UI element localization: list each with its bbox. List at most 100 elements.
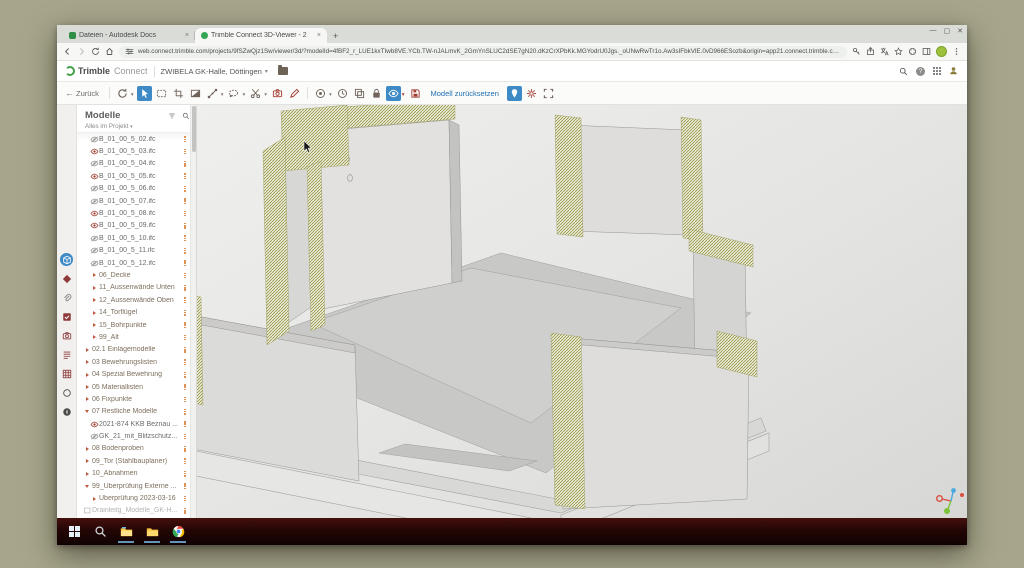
folder-collapsed-icon[interactable] <box>86 348 89 352</box>
item-menu-icon[interactable] <box>181 136 189 142</box>
taskbar-start-button[interactable] <box>63 520 85 543</box>
user-avatar[interactable] <box>949 66 959 76</box>
folder-collapsed-icon[interactable] <box>86 373 89 377</box>
item-menu-icon[interactable] <box>181 458 189 464</box>
item-menu-icon[interactable] <box>181 335 189 341</box>
forward-icon[interactable] <box>77 47 86 56</box>
item-menu-icon[interactable] <box>181 508 189 514</box>
rail-views[interactable] <box>60 329 73 342</box>
folder-collapsed-icon[interactable] <box>93 497 96 501</box>
item-menu-icon[interactable] <box>181 186 189 192</box>
folder-collapsed-icon[interactable] <box>86 447 89 451</box>
maximize-icon[interactable]: ▢ <box>944 27 951 35</box>
sidebar-scrollbar[interactable] <box>190 105 196 521</box>
trimble-connect-logo[interactable]: Trimble Connect <box>65 66 148 76</box>
site-settings-icon[interactable] <box>125 47 134 56</box>
folder-collapsed-icon[interactable] <box>86 459 89 463</box>
model-row[interactable]: B_01_00_5_09.ifc <box>77 220 196 232</box>
bookmark-star-icon[interactable] <box>894 47 903 56</box>
folder-collapsed-icon[interactable] <box>93 298 96 302</box>
item-menu-icon[interactable] <box>181 347 189 353</box>
tab-close-icon[interactable]: × <box>317 32 321 39</box>
visibility-off-eye-icon[interactable] <box>90 235 99 242</box>
lock-tool[interactable] <box>369 86 384 101</box>
visibility-on-eye-icon[interactable] <box>90 210 99 217</box>
measure-tool[interactable] <box>205 86 220 101</box>
visibility-off-eye-icon[interactable] <box>90 433 99 440</box>
item-menu-icon[interactable] <box>181 223 189 229</box>
model-row[interactable]: B_01_00_5_08.ifc <box>77 207 196 219</box>
item-menu-icon[interactable] <box>181 211 189 217</box>
password-key-icon[interactable] <box>852 47 861 56</box>
side-panel-icon[interactable] <box>922 47 931 56</box>
3d-model-canvas[interactable] <box>197 105 967 521</box>
item-menu-icon[interactable] <box>181 297 189 303</box>
model-row[interactable]: B_01_00_5_02.ifc <box>77 133 196 145</box>
item-menu-icon[interactable] <box>181 273 189 279</box>
fullscreen-tool[interactable] <box>541 86 556 101</box>
settings-tool[interactable] <box>524 86 539 101</box>
model-row[interactable]: B_01_00_5_03.ifc <box>77 145 196 157</box>
model-folder-row[interactable]: 05 Materiallisten <box>77 381 196 393</box>
item-menu-icon[interactable] <box>181 496 189 502</box>
model-row[interactable]: B_01_00_5_05.ifc <box>77 170 196 182</box>
reset-model-button[interactable]: Modell zurücksetzen <box>425 89 505 98</box>
back-icon[interactable] <box>63 47 72 56</box>
visibility-on-eye-icon[interactable] <box>90 173 99 180</box>
model-row[interactable]: B_01_00_5_12.ifc <box>77 257 196 269</box>
model-folder-row[interactable]: 99_Alt <box>77 331 196 343</box>
model-folder-row[interactable]: Überprüfung 2023-03-16 <box>77 492 196 504</box>
model-row[interactable]: B_01_00_5_04.ifc <box>77 158 196 170</box>
new-tab-button[interactable]: + <box>333 31 338 41</box>
browser-profile-avatar[interactable] <box>936 46 947 57</box>
model-folder-row[interactable]: 12_Aussenwände Oben <box>77 294 196 306</box>
pin-tool[interactable] <box>507 86 522 101</box>
rail-shapes[interactable] <box>60 272 73 285</box>
url-bar[interactable]: web.connect.trimble.com/projects/9fSZwQj… <box>119 46 847 58</box>
visibility-off-eye-icon[interactable] <box>90 260 99 267</box>
snapshot-tool[interactable] <box>270 86 285 101</box>
item-menu-icon[interactable] <box>181 173 189 179</box>
section-tool[interactable] <box>248 86 263 101</box>
item-menu-icon[interactable] <box>181 384 189 390</box>
lasso-tool-dropdown-caret[interactable]: ▾ <box>242 92 245 98</box>
section-tool-dropdown-caret[interactable]: ▾ <box>264 92 267 98</box>
model-folder-row[interactable]: 03 Bewehrungslisten <box>77 356 196 368</box>
visibility-tool-dropdown-caret[interactable]: ▾ <box>402 92 405 98</box>
model-folder-row[interactable]: 04 Spezial Bewehrung <box>77 368 196 380</box>
orbit-tool-dropdown-caret[interactable]: ▾ <box>131 92 134 98</box>
model-folder-row[interactable]: 08 Bodenproben <box>77 443 196 455</box>
item-menu-icon[interactable] <box>181 372 189 378</box>
apps-grid-icon[interactable] <box>933 67 941 75</box>
model-folder-row[interactable]: 99_Überprüfung Externe ... <box>77 480 196 492</box>
share-icon[interactable] <box>866 47 875 56</box>
select-tool[interactable] <box>137 86 152 101</box>
item-menu-icon[interactable] <box>181 471 189 477</box>
model-folder-row[interactable]: 07 Restliche Modelle <box>77 406 196 418</box>
model-row[interactable]: 2021-874 KKB Beznau ... <box>77 418 196 430</box>
folder-expanded-icon[interactable] <box>85 410 89 413</box>
model-row[interactable]: B_01_00_5_11.ifc <box>77 245 196 257</box>
item-menu-icon[interactable] <box>181 322 189 328</box>
zone-tool[interactable] <box>188 86 203 101</box>
browser-menu-icon[interactable] <box>952 47 961 56</box>
model-row[interactable]: B_01_00_5_06.ifc <box>77 183 196 195</box>
model-row[interactable]: B_01_00_5_10.ifc <box>77 232 196 244</box>
model-folder-row[interactable]: 06_Decke <box>77 269 196 281</box>
item-menu-icon[interactable] <box>181 421 189 427</box>
item-menu-icon[interactable] <box>181 235 189 241</box>
item-menu-icon[interactable] <box>181 149 189 155</box>
taskbar-search-button[interactable] <box>89 520 111 543</box>
minimize-icon[interactable]: — <box>930 27 937 35</box>
item-menu-icon[interactable] <box>181 359 189 365</box>
panel-search-icon[interactable] <box>182 112 190 120</box>
visibility-off-eye-icon[interactable] <box>90 247 99 254</box>
model-row[interactable]: GK_21_mit_Blitzschutz... <box>77 430 196 442</box>
visibility-off-eye-icon[interactable] <box>90 185 99 192</box>
visibility-on-eye-icon[interactable] <box>90 148 99 155</box>
lasso-tool[interactable] <box>226 86 241 101</box>
tab-close-icon[interactable]: × <box>185 32 189 39</box>
model-folder-row[interactable]: 09_Tor (Stahlbauplaner) <box>77 455 196 467</box>
visibility-off-eye-icon[interactable] <box>90 160 99 167</box>
rail-lists[interactable] <box>60 348 73 361</box>
